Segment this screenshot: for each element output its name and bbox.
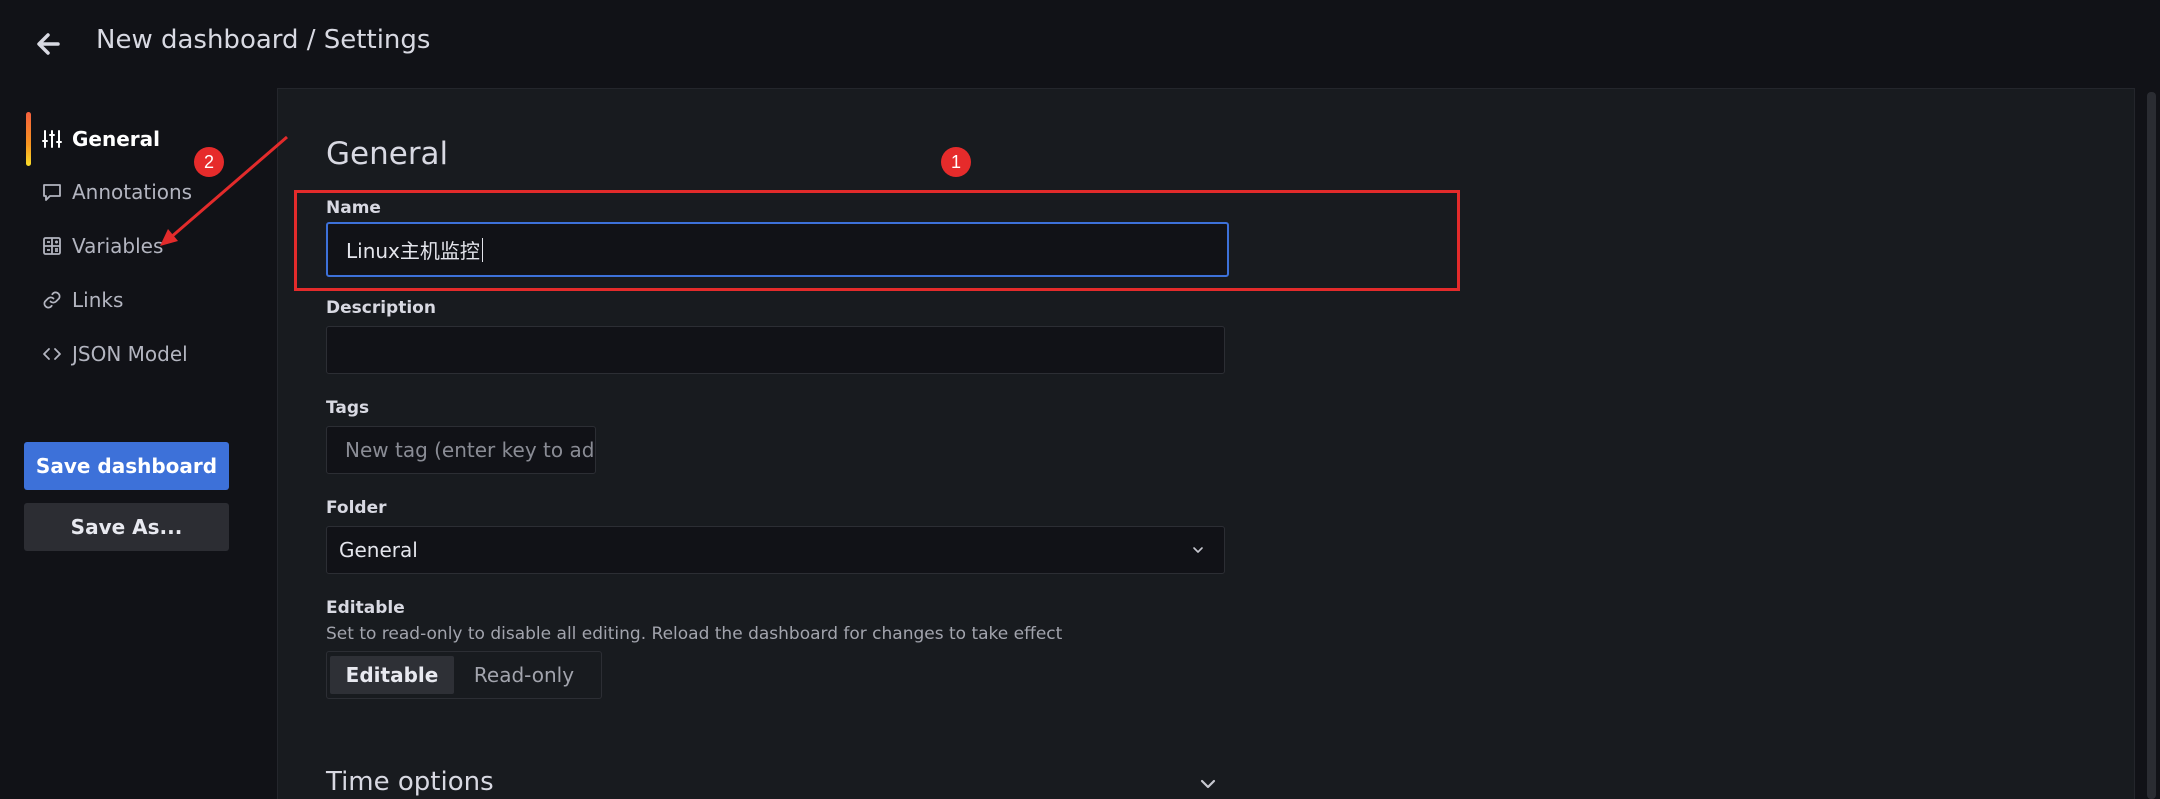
save-dashboard-button[interactable]: Save dashboard (24, 442, 229, 490)
text-caret (481, 237, 483, 262)
chevron-down-icon (1193, 547, 1203, 553)
read-only-option[interactable]: Read-only (454, 656, 594, 694)
save-as-button[interactable]: Save As... (24, 503, 229, 551)
scrollbar[interactable] (2147, 92, 2156, 799)
folder-value: General (339, 538, 418, 562)
editable-option[interactable]: Editable (330, 656, 454, 694)
code-icon (40, 342, 64, 366)
sidebar-item-links[interactable]: Links (24, 278, 264, 322)
chevron-down-icon[interactable] (1196, 772, 1220, 796)
calculator-icon (40, 234, 64, 258)
sidebar-item-label: Annotations (72, 180, 193, 204)
name-value: Linux主机监控 (346, 239, 480, 263)
tags-placeholder: New tag (enter key to add (345, 438, 596, 462)
name-input[interactable]: Linux主机监控 (326, 222, 1229, 277)
name-label: Name (326, 198, 381, 218)
sidebar-item-variables[interactable]: Variables (24, 224, 264, 268)
sidebar-item-general[interactable]: General (24, 117, 264, 161)
annotation-badge-2: 2 (194, 147, 224, 177)
sidebar-item-label: General (72, 127, 160, 151)
sidebar-item-label: Links (72, 288, 124, 312)
back-button[interactable] (28, 22, 72, 66)
sidebar-item-json-model[interactable]: JSON Model (24, 332, 264, 376)
editable-radio-group: Editable Read-only (326, 651, 602, 699)
annotation-badge-1: 1 (941, 147, 971, 177)
editable-label: Editable (326, 598, 405, 618)
sidebar-item-annotations[interactable]: Annotations (24, 170, 264, 214)
folder-select[interactable]: General (326, 526, 1225, 574)
link-icon (40, 288, 64, 312)
comment-icon (40, 180, 64, 204)
folder-label: Folder (326, 498, 387, 518)
top-bar: New dashboard / Settings (0, 0, 2160, 88)
time-options-header[interactable]: Time options (326, 767, 494, 797)
tags-input[interactable]: New tag (enter key to add (326, 426, 596, 474)
editable-description: Set to read-only to disable all editing.… (326, 624, 1063, 644)
description-label: Description (326, 298, 436, 318)
tags-label: Tags (326, 398, 370, 418)
description-input[interactable] (326, 326, 1225, 374)
page-title: New dashboard / Settings (96, 25, 431, 55)
sidebar-item-label: Variables (72, 234, 164, 258)
sidebar-item-label: JSON Model (72, 342, 188, 366)
sliders-icon (40, 127, 64, 151)
section-title: General (326, 136, 449, 172)
arrow-left-icon (37, 33, 60, 55)
